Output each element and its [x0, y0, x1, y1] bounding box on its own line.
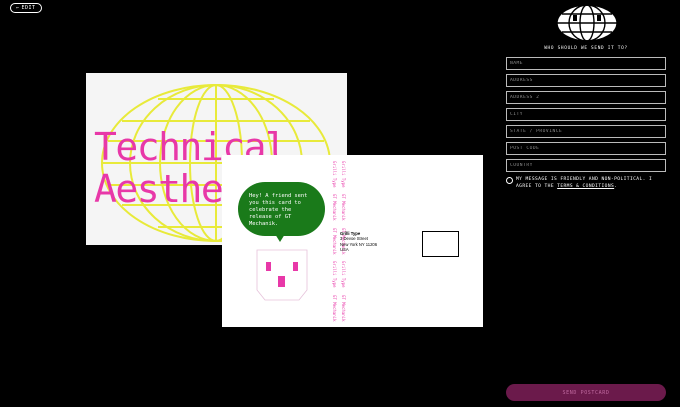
country-field[interactable] — [506, 159, 666, 172]
address-2-field[interactable] — [506, 91, 666, 104]
back-arrow-icon: ← — [16, 5, 20, 11]
brand-text: GT Mechanik — [332, 294, 337, 322]
brand-text: GT Mechanik — [332, 227, 337, 255]
edit-button-label: EDIT — [21, 5, 36, 11]
address-line: USA — [340, 247, 349, 253]
message-bubble-tail — [275, 234, 285, 242]
message-text: Hey! A friend sent you this card to cele… — [249, 193, 308, 227]
agree-suffix: . — [614, 184, 618, 189]
message-bubble: Hey! A friend sent you this card to cele… — [238, 182, 325, 236]
recipient-address: Grilli Type 3 Devoe Street New York NY 1… — [340, 231, 377, 253]
brand-text: GT Mechanik — [341, 294, 346, 322]
name-field[interactable] — [506, 57, 666, 70]
brand-column-1: Grilli Type GT Mechanik GT Mechanik Gril… — [329, 161, 337, 321]
address-field[interactable] — [506, 74, 666, 87]
postcard-back: Hey! A friend sent you this card to cele… — [222, 155, 483, 327]
stamp-box — [422, 231, 459, 257]
brand-text: Grilli Type — [341, 261, 346, 288]
brand-text: Grilli Type — [341, 161, 346, 188]
form-title: WHO SHOULD WE SEND IT TO? — [544, 46, 628, 51]
edit-button[interactable]: ← EDIT — [10, 3, 42, 13]
agree-checkbox[interactable] — [506, 177, 513, 184]
plug-face-icon — [256, 249, 308, 301]
send-postcard-label: SEND POSTCARD — [562, 389, 610, 396]
postcode-field[interactable] — [506, 142, 666, 155]
state-field[interactable] — [506, 125, 666, 138]
send-postcard-button[interactable]: SEND POSTCARD — [506, 384, 666, 401]
brand-text: Grilli Type — [332, 161, 337, 188]
terms-link[interactable]: TERMS & CONDITIONS — [557, 184, 614, 189]
city-field[interactable] — [506, 108, 666, 121]
globe-logo-icon — [556, 4, 618, 42]
agree-label: MY MESSAGE IS FRIENDLY AND NON-POLITICAL… — [516, 176, 666, 190]
brand-text: Grilli Type — [332, 261, 337, 288]
brand-text: GT Mechanik — [332, 194, 337, 221]
brand-text: GT Mechanik — [341, 194, 346, 221]
